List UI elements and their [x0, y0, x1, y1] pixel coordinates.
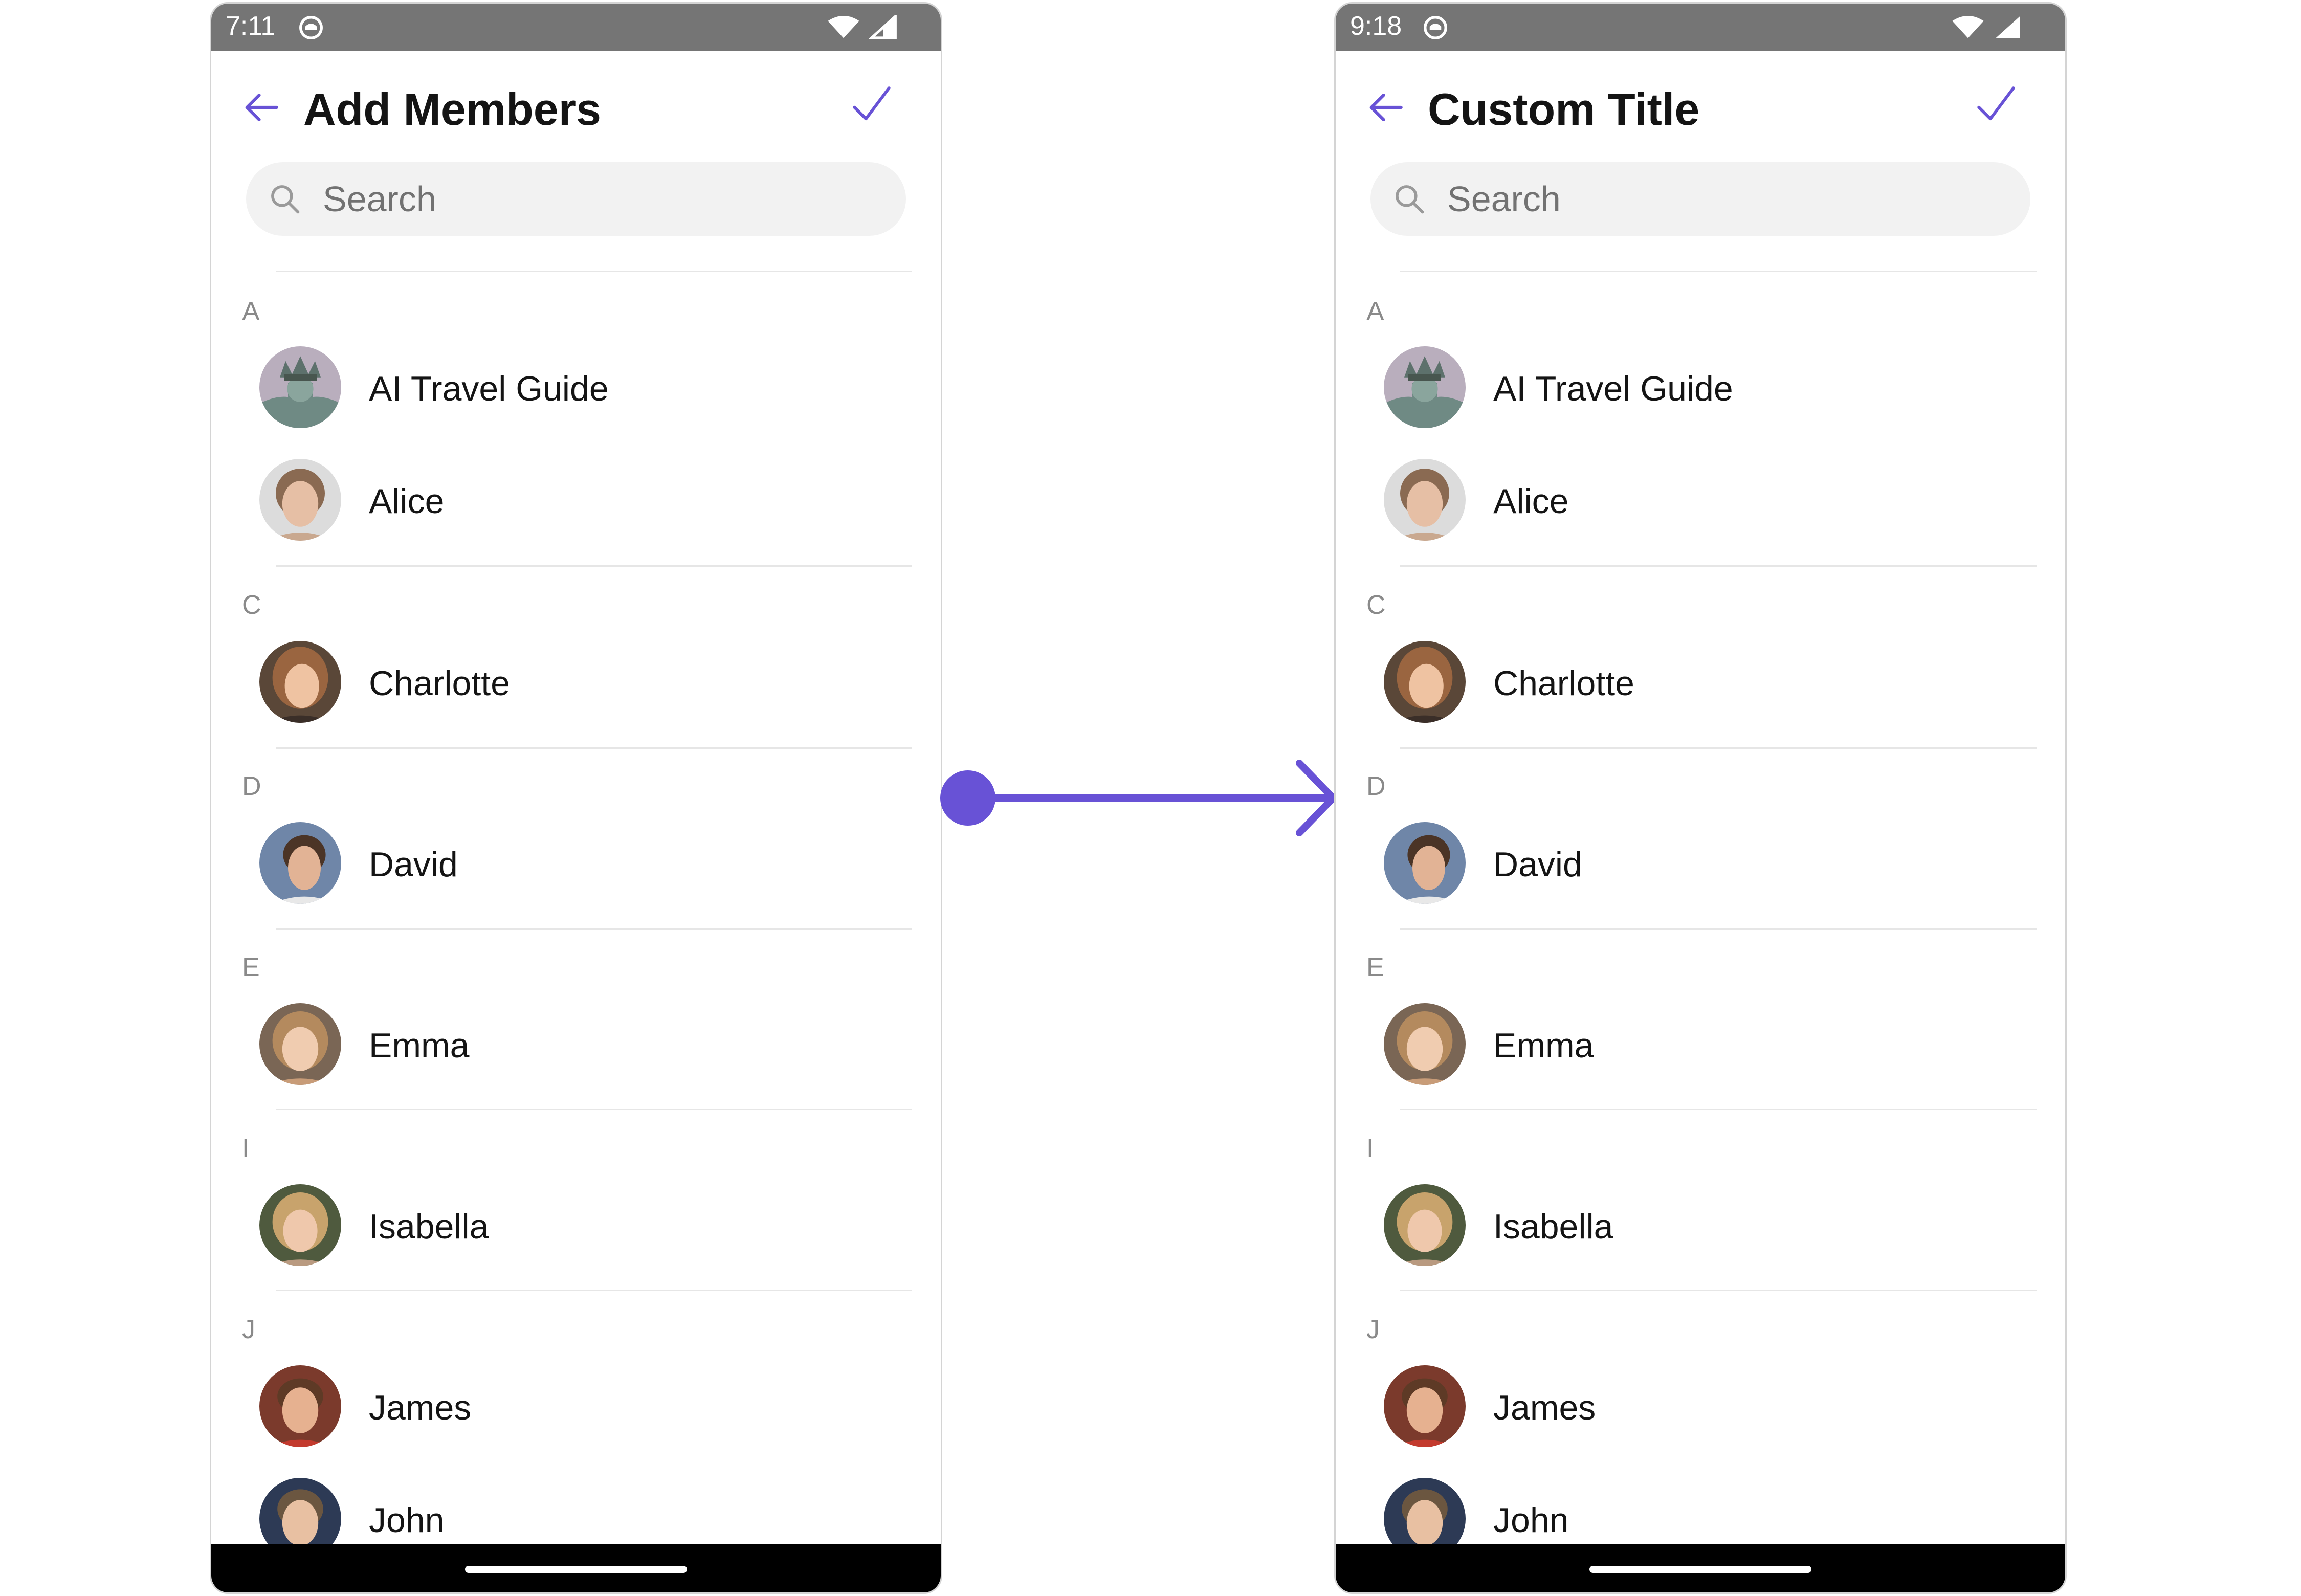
page-title: Custom Title [1428, 84, 1700, 135]
status-bar: 9:18 [1336, 4, 2065, 51]
list-item[interactable]: AI Travel Guide [1336, 321, 2065, 428]
member-name: Charlotte [1493, 664, 1634, 703]
list-item[interactable]: AI Travel Guide [211, 321, 941, 428]
list-item[interactable]: Alice [211, 433, 941, 541]
page-title: Add Members [303, 84, 601, 135]
notification-icon [1424, 16, 1447, 39]
member-name: John [1493, 1501, 1569, 1540]
home-indicator[interactable] [465, 1566, 687, 1573]
member-name: Alice [1493, 482, 1569, 521]
list-item[interactable]: Isabella [211, 1159, 941, 1266]
navigation-bar [1336, 1544, 2065, 1592]
divider [1400, 747, 2037, 749]
status-bar: 7:11 [211, 4, 941, 51]
avatar [1384, 346, 1466, 428]
list-item[interactable]: James [211, 1340, 941, 1447]
search-icon [1396, 185, 1424, 214]
avatar [259, 1003, 341, 1085]
phone-screen-after: 9:18 Custom Title A AI Travel Guide Alic… [1334, 2, 2067, 1594]
avatar [259, 1365, 341, 1447]
cellular-signal-icon [869, 15, 897, 39]
divider [276, 747, 912, 749]
list-item[interactable]: David [211, 796, 941, 904]
divider [276, 1109, 912, 1110]
divider [276, 271, 912, 272]
divider [276, 565, 912, 567]
member-name: John [369, 1501, 445, 1540]
list-item[interactable]: Alice [1336, 433, 2065, 541]
member-name: David [1493, 845, 1582, 884]
wifi-icon [1952, 16, 1984, 38]
member-name: Emma [1493, 1026, 1594, 1065]
divider [1400, 1109, 2037, 1110]
list-item[interactable]: Charlotte [211, 615, 941, 723]
cellular-signal-icon [1996, 16, 2020, 38]
list-item[interactable]: James [1336, 1340, 2065, 1447]
member-name: Charlotte [369, 664, 510, 703]
list-item[interactable]: Isabella [1336, 1159, 2065, 1266]
divider [1400, 565, 2037, 567]
member-name: Emma [369, 1026, 470, 1065]
flow-arrow-icon [940, 760, 1337, 836]
phone-screen-before: 7:11 Add Members A AI Travel Guide Alice… [210, 2, 942, 1594]
list-item[interactable]: David [1336, 796, 2065, 904]
member-name: Alice [369, 482, 445, 521]
checkmark-icon[interactable] [1973, 82, 2019, 128]
list-item[interactable]: Emma [211, 978, 941, 1085]
search-input[interactable] [323, 162, 886, 236]
member-name: AI Travel Guide [1493, 369, 1733, 408]
app-bar: Add Members [211, 51, 941, 153]
avatar [259, 641, 341, 723]
avatar [1384, 1003, 1466, 1085]
list-item[interactable]: Charlotte [1336, 615, 2065, 723]
avatar [1384, 641, 1466, 723]
member-name: Isabella [1493, 1207, 1613, 1246]
member-name: AI Travel Guide [369, 369, 609, 408]
list-item[interactable]: Emma [1336, 978, 2065, 1085]
avatar [259, 822, 341, 904]
avatar [1384, 1184, 1466, 1266]
app-bar: Custom Title [1336, 51, 2065, 153]
divider [276, 928, 912, 930]
divider [1400, 1290, 2037, 1291]
list-item[interactable]: John [1336, 1452, 2065, 1560]
checkmark-icon[interactable] [849, 82, 895, 128]
home-indicator[interactable] [1589, 1566, 1811, 1573]
search-icon [271, 185, 300, 214]
member-name: David [369, 845, 458, 884]
avatar [1384, 822, 1466, 904]
list-item[interactable]: John [211, 1452, 941, 1560]
wifi-icon [828, 16, 859, 38]
notification-icon [299, 16, 323, 39]
avatar [259, 1184, 341, 1266]
search-bar[interactable] [246, 162, 906, 236]
member-name: Isabella [369, 1207, 489, 1246]
divider [1400, 928, 2037, 930]
avatar [259, 346, 341, 428]
divider [1400, 271, 2037, 272]
member-name: James [1493, 1388, 1596, 1427]
arrow-left-icon[interactable] [1364, 86, 1406, 128]
member-name: James [369, 1388, 472, 1427]
status-time: 7:11 [226, 11, 276, 41]
arrow-left-icon[interactable] [240, 86, 282, 128]
search-input[interactable] [1447, 162, 2010, 236]
avatar [1384, 459, 1466, 541]
avatar [259, 459, 341, 541]
status-time: 9:18 [1350, 11, 1402, 41]
search-bar[interactable] [1370, 162, 2030, 236]
navigation-bar [211, 1544, 941, 1592]
avatar [1384, 1365, 1466, 1447]
divider [276, 1290, 912, 1291]
